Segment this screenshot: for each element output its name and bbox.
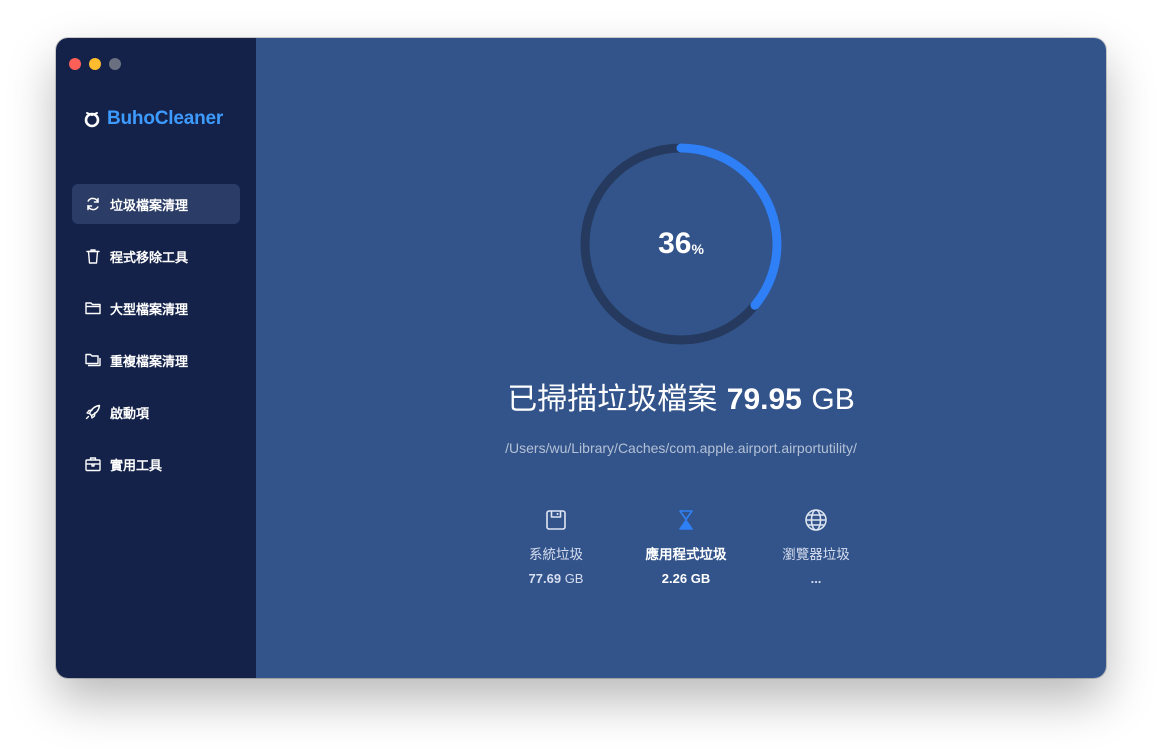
scan-total-unit: GB <box>811 383 855 416</box>
category-size-unit: GB <box>690 571 711 586</box>
category-app-junk: 應用程式垃圾 2.26 GB <box>621 507 751 586</box>
duplicate-folder-icon <box>84 351 102 369</box>
scan-headline: 已掃描垃圾檔案 79.95 GB <box>256 374 1106 418</box>
category-size: ... <box>751 571 881 586</box>
floppy-disk-icon <box>543 507 569 533</box>
category-browser-junk: 瀏覽器垃圾 ... <box>751 507 881 586</box>
minimize-window-button[interactable] <box>89 58 101 70</box>
sidebar-item-toolkit[interactable]: 實用工具 <box>72 444 240 484</box>
category-size-pending: ... <box>810 571 822 586</box>
sidebar-item-label: 重複檔案清理 <box>110 354 189 370</box>
category-size-number: 2.26 <box>661 571 688 586</box>
sidebar-item-label: 大型檔案清理 <box>110 302 189 318</box>
category-size: 77.69 GB <box>491 571 621 586</box>
scan-progress-ring: 36 % <box>578 141 784 347</box>
sidebar-item-label: 垃圾檔案清理 <box>110 198 189 214</box>
folder-icon <box>84 299 102 317</box>
zoom-window-button[interactable] <box>109 58 121 70</box>
progress-percent-unit: % <box>691 241 704 257</box>
sidebar-item-startup-items[interactable]: 啟動項 <box>72 392 240 432</box>
sidebar-item-duplicate-files[interactable]: 重複檔案清理 <box>72 340 240 380</box>
globe-icon <box>803 507 829 533</box>
app-name: BuhoCleaner <box>107 108 224 129</box>
category-size-unit: GB <box>564 571 584 586</box>
scan-headline-label: 已掃描垃圾檔案 <box>507 382 718 417</box>
trash-icon <box>84 247 102 265</box>
toolbox-icon <box>84 455 102 473</box>
sidebar-item-app-uninstaller[interactable]: 程式移除工具 <box>72 236 240 276</box>
sidebar-item-junk-cleanup[interactable]: 垃圾檔案清理 <box>72 184 240 224</box>
app-window: BuhoCleaner 垃圾檔案清理 程式移除工具 大型檔案清理 重複檔案清理 … <box>56 38 1106 678</box>
category-size-number: 77.69 <box>528 571 562 586</box>
sidebar: BuhoCleaner 垃圾檔案清理 程式移除工具 大型檔案清理 重複檔案清理 … <box>56 38 256 678</box>
main-panel: 36 % 已掃描垃圾檔案 79.95 GB /Users/wu/Library/… <box>256 38 1106 678</box>
hourglass-icon <box>673 507 699 533</box>
scan-total-size: 79.95 <box>726 383 802 416</box>
category-label: 瀏覽器垃圾 <box>782 547 850 563</box>
close-window-button[interactable] <box>69 58 81 70</box>
rocket-icon <box>84 403 102 421</box>
current-scan-path: /Users/wu/Library/Caches/com.apple.airpo… <box>505 440 857 456</box>
sidebar-item-large-files[interactable]: 大型檔案清理 <box>72 288 240 328</box>
sidebar-item-label: 程式移除工具 <box>110 250 189 266</box>
sidebar-item-label: 實用工具 <box>110 458 163 474</box>
category-label: 系統垃圾 <box>529 547 583 563</box>
category-label: 應用程式垃圾 <box>645 547 727 563</box>
buho-logo-icon <box>83 110 101 128</box>
junk-categories: 系統垃圾 77.69 GB 應用程式垃圾 2.26 GB 瀏覽器垃圾 ... <box>491 507 881 586</box>
sidebar-nav: 垃圾檔案清理 程式移除工具 大型檔案清理 重複檔案清理 啟動項 實用工具 <box>72 184 240 496</box>
progress-percent-number: 36 <box>658 227 692 260</box>
category-size: 2.26 GB <box>621 571 751 586</box>
category-system-junk: 系統垃圾 77.69 GB <box>491 507 621 586</box>
window-controls <box>69 58 121 70</box>
sidebar-item-label: 啟動項 <box>110 406 150 422</box>
app-brand: BuhoCleaner <box>83 108 223 130</box>
refresh-icon <box>84 195 102 213</box>
progress-percent: 36 % <box>578 141 784 347</box>
